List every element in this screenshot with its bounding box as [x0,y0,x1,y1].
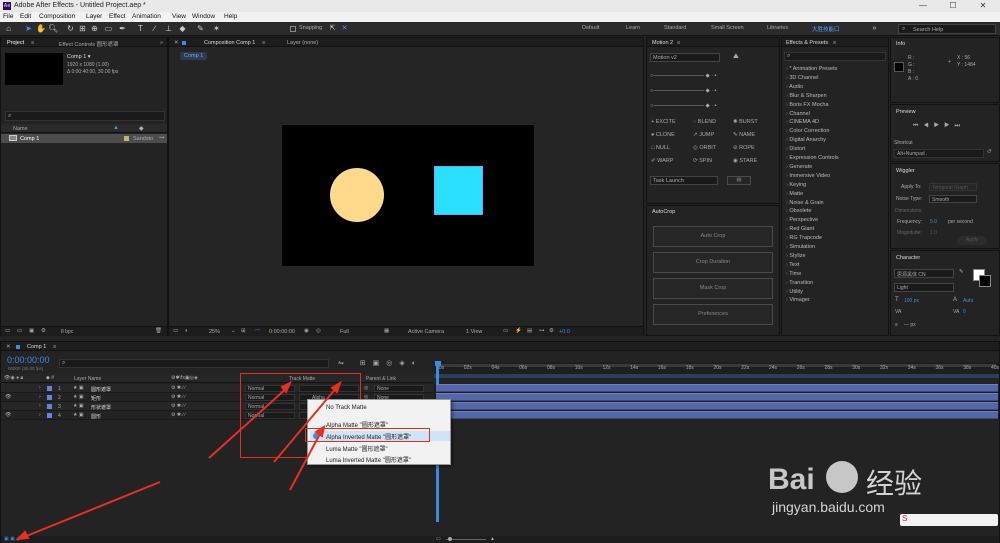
watermark-url: jingyan.baidu.com [772,499,885,515]
arrow-to-track-matte-1 [208,386,289,459]
watermark-text: 经验 [866,468,923,499]
arrow-to-selected-option [289,431,322,491]
ime-logo-icon: S [902,514,908,523]
arrow-head-3 [314,424,326,438]
arrow-to-toggle-switches [23,481,161,538]
watermark-paw-icon [826,461,858,493]
arrow-head-4 [15,530,30,541]
arrow-to-track-matte-2 [273,386,338,463]
watermark-brand: Bai [768,463,815,496]
ime-toolbar[interactable]: S [900,514,998,526]
annotation-arrows [15,380,342,541]
